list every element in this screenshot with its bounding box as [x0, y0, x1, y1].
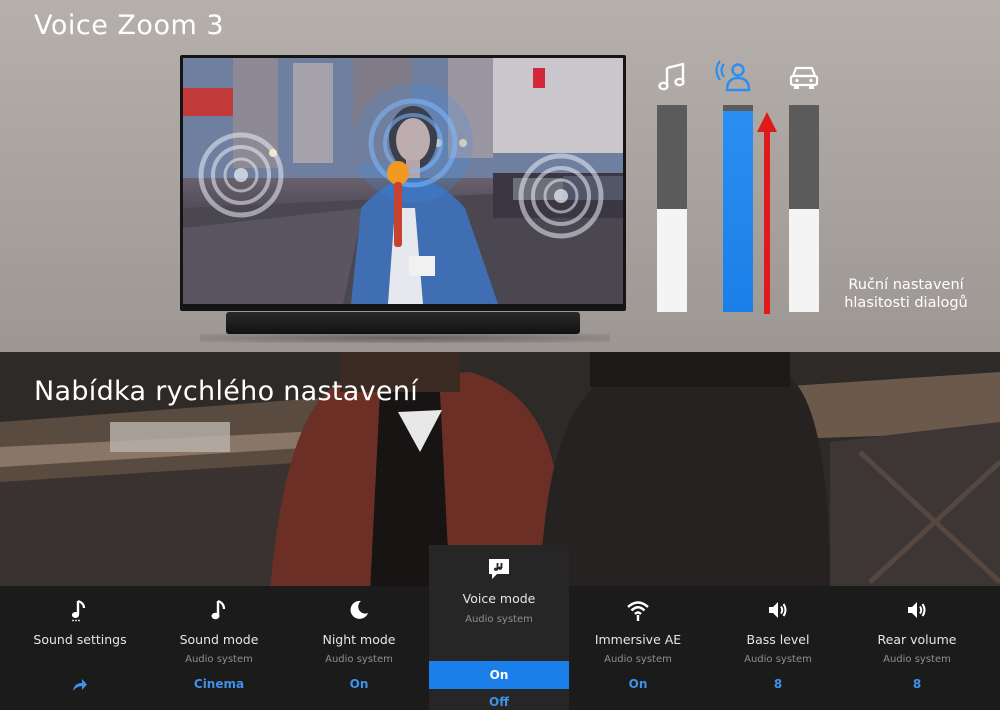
voice-person-icon — [715, 60, 751, 92]
menu-item-value: On — [628, 677, 648, 691]
tv-frame — [180, 55, 626, 311]
voice-mode-option-off[interactable]: Off — [429, 695, 569, 709]
car-icon — [789, 66, 819, 89]
menu-item-label: Sound settings — [33, 632, 127, 647]
soundbar-shadow — [200, 333, 610, 343]
tv-screen — [183, 58, 623, 304]
music-note-icon — [658, 62, 685, 91]
arrow-forward-icon — [73, 679, 87, 691]
menu-item-sublabel: Audio system — [883, 654, 951, 665]
menu-item-value: 8 — [912, 677, 922, 691]
menu-item-night-mode[interactable]: Night mode Audio system On — [289, 586, 429, 710]
car-level-fill — [789, 208, 819, 312]
voice-level-bar — [723, 105, 753, 312]
dialog-caption-line2: hlasitosti dialogů — [844, 295, 968, 311]
menu-item-sublabel: Audio system — [744, 654, 812, 665]
voice-zoom-title: Voice Zoom 3 — [34, 10, 225, 41]
voice-mode-option-on[interactable]: On — [429, 661, 569, 689]
menu-item-label: Rear volume — [877, 632, 957, 647]
menu-item-sublabel: Audio system — [604, 654, 672, 665]
menu-item-label: Sound mode — [179, 632, 259, 647]
street-scene-image — [183, 58, 623, 304]
menu-item-value: On — [349, 677, 369, 691]
music-note-icon — [71, 599, 86, 622]
menu-item-label: Bass level — [746, 632, 810, 647]
menu-item-label: Voice mode — [462, 591, 536, 606]
car-level-bar — [789, 105, 819, 312]
voice-zoom-panel: Voice Zoom 3 Ruční nastavení hlasitosti … — [0, 0, 1000, 352]
menu-item-value: Cinema — [193, 677, 245, 691]
music-level-bar — [657, 105, 687, 312]
speaker-icon — [908, 602, 926, 618]
speech-bubble-icon — [489, 559, 509, 579]
menu-item-bass-level[interactable]: Bass level Audio system 8 — [708, 586, 848, 710]
menu-item-sound-settings[interactable]: Sound settings — [10, 586, 150, 710]
menu-item-voice-mode[interactable]: Voice mode Audio system On Off — [429, 545, 569, 710]
menu-item-sublabel: Audio system — [465, 614, 533, 625]
quick-settings-title: Nabídka rychlého nastavení — [34, 376, 419, 407]
dialog-caption-line1: Ruční nastavení — [848, 277, 964, 293]
speaker-icon — [769, 602, 787, 618]
menu-item-label: Night mode — [322, 632, 396, 647]
menu-item-sublabel: Audio system — [185, 654, 253, 665]
menu-item-rear-volume[interactable]: Rear volume Audio system 8 — [847, 586, 987, 710]
music-level-fill — [657, 208, 687, 312]
music-note-icon — [211, 599, 226, 620]
menu-item-value: 8 — [773, 677, 783, 691]
wifi-signal-icon — [627, 601, 649, 621]
voice-level-fill — [723, 111, 753, 312]
soundbar — [226, 312, 580, 334]
menu-item-label: Immersive AE — [594, 632, 682, 647]
moon-icon — [350, 600, 368, 619]
menu-item-sound-mode[interactable]: Sound mode Audio system Cinema — [149, 586, 289, 710]
menu-item-immersive-ae[interactable]: Immersive AE Audio system On — [568, 586, 708, 710]
up-arrow-icon — [757, 112, 777, 314]
dialog-volume-caption: Ruční nastavení hlasitosti dialogů — [826, 276, 986, 312]
menu-item-sublabel: Audio system — [325, 654, 393, 665]
